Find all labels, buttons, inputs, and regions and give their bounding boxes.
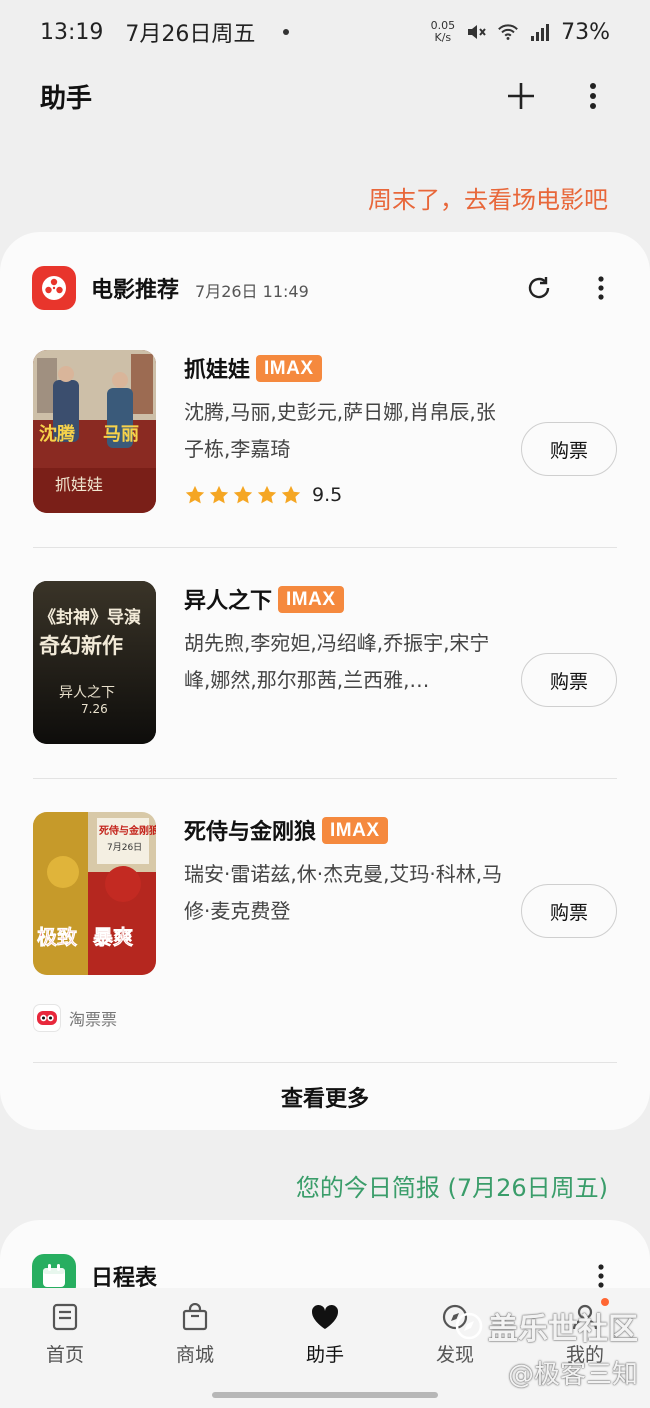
view-more-button[interactable]: 查看更多: [0, 1064, 650, 1130]
movie-title[interactable]: 异人之下: [184, 583, 272, 615]
imax-badge: IMAX: [278, 585, 344, 613]
divider: [33, 1062, 617, 1063]
refresh-icon[interactable]: [522, 271, 556, 305]
promo-text: 周末了，去看场电影吧: [368, 186, 608, 214]
battery-level: 73%: [561, 19, 610, 45]
status-bar: 13:19 7月26日周五 0.05 K/s 73%: [0, 0, 650, 64]
movie-title[interactable]: 抓娃娃: [184, 352, 250, 384]
rating-value: 9.5: [312, 484, 343, 506]
card-header: 电影推荐 7月26日 11:49: [32, 266, 618, 310]
compass-logo-icon: [455, 1312, 483, 1340]
divider: [33, 778, 617, 779]
home-icon: [50, 1302, 80, 1332]
imax-badge: IMAX: [322, 816, 388, 844]
svg-text:极致: 极致: [37, 925, 78, 949]
status-time: 13:19: [40, 19, 104, 45]
movie-cast: 沈腾,马丽,史彭元,萨日娜,肖帛辰,张子栋,李嘉琦: [184, 400, 496, 461]
svg-text:《封神》导演: 《封神》导演: [39, 607, 141, 628]
nav-label: 助手: [305, 1344, 344, 1366]
nav-item-shop[interactable]: 商城: [145, 1302, 245, 1382]
movie-poster[interactable]: 沈腾 马丽 抓娃娃: [33, 350, 156, 513]
movie-item[interactable]: 《封神》导演 奇幻新作 异人之下 7.26 异人之下 IMAX 胡先煦,李宛妲,…: [33, 581, 617, 746]
buy-ticket-button[interactable]: 购票: [521, 884, 617, 938]
svg-text:7.26: 7.26: [81, 702, 108, 716]
data-source[interactable]: 淘票票: [33, 1004, 117, 1032]
svg-text:马丽: 马丽: [103, 424, 139, 445]
network-speed: 0.05 K/s: [430, 19, 456, 44]
watermark: 盖乐世社区 @极客三知: [454, 1304, 638, 1391]
svg-text:7月26日: 7月26日: [107, 842, 142, 853]
movie-rating: 9.5: [184, 484, 342, 506]
signal-icon: [529, 21, 551, 43]
card-title: 电影推荐: [91, 278, 180, 303]
home-indicator[interactable]: [212, 1392, 438, 1398]
heart-icon: [310, 1302, 340, 1332]
movie-title[interactable]: 死侍与金刚狼: [184, 814, 316, 846]
svg-text:死侍与金刚狼: 死侍与金刚狼: [99, 824, 156, 837]
svg-text:暴爽: 暴爽: [93, 925, 133, 949]
movie-cast: 瑞安·雷诺兹,休·杰克曼,艾玛·科林,马修·麦克费登: [184, 862, 503, 923]
star-icon: [233, 485, 253, 504]
source-name: 淘票票: [69, 1010, 118, 1029]
divider: [33, 547, 617, 548]
movie-cast: 胡先煦,李宛妲,冯绍峰,乔振宇,宋宁峰,娜然,那尔那茜,兰西雅,…: [184, 631, 490, 692]
page-title: 助手: [40, 83, 93, 114]
movie-poster[interactable]: 《封神》导演 奇幻新作 异人之下 7.26: [33, 581, 156, 744]
plus-icon[interactable]: [504, 79, 538, 113]
movie-app-logo-icon: [32, 266, 76, 310]
nav-label: 首页: [45, 1344, 84, 1366]
app-bar: 助手: [0, 64, 650, 128]
daily-brief-heading: 您的今日简报 (7月26日周五): [295, 1174, 608, 1202]
buy-ticket-button[interactable]: 购票: [521, 422, 617, 476]
mute-icon: [465, 21, 487, 43]
star-icon: [185, 485, 205, 504]
wifi-icon: [497, 21, 519, 43]
card-timestamp: 7月26日 11:49: [195, 282, 309, 301]
more-vertical-icon[interactable]: [576, 79, 610, 113]
star-icon: [209, 485, 229, 504]
star-icon: [257, 485, 277, 504]
movie-item[interactable]: 死侍与金刚狼 7月26日 极致 暴爽 死侍与金刚狼 IMAX 瑞安·雷诺兹,休·…: [33, 812, 617, 977]
shopping-bag-icon: [180, 1302, 210, 1332]
svg-text:抓娃娃: 抓娃娃: [55, 475, 103, 494]
imax-badge: IMAX: [256, 354, 322, 382]
movie-poster[interactable]: 死侍与金刚狼 7月26日 极致 暴爽: [33, 812, 156, 975]
svg-text:奇幻新作: 奇幻新作: [39, 634, 123, 658]
movie-item[interactable]: 沈腾 马丽 抓娃娃 抓娃娃 IMAX 沈腾,马丽,史彭元,萨日娜,肖帛辰,张子栋…: [33, 350, 617, 515]
card-more-icon[interactable]: [584, 271, 618, 305]
svg-text:异人之下: 异人之下: [59, 685, 115, 701]
status-date: 7月26日周五: [125, 22, 256, 47]
notification-dot-icon: [283, 29, 290, 35]
nav-item-home[interactable]: 首页: [15, 1302, 115, 1382]
movie-recommendation-card: 电影推荐 7月26日 11:49 沈腾 马丽 抓娃娃 抓娃娃 IMAX 沈腾,马…: [0, 232, 650, 1130]
star-icon: [281, 485, 301, 504]
buy-ticket-button[interactable]: 购票: [521, 653, 617, 707]
taopiaopiao-logo-icon: [33, 1004, 61, 1032]
svg-text:沈腾: 沈腾: [39, 423, 76, 445]
nav-label: 商城: [175, 1344, 214, 1366]
nav-item-assistant[interactable]: 助手: [275, 1302, 375, 1382]
